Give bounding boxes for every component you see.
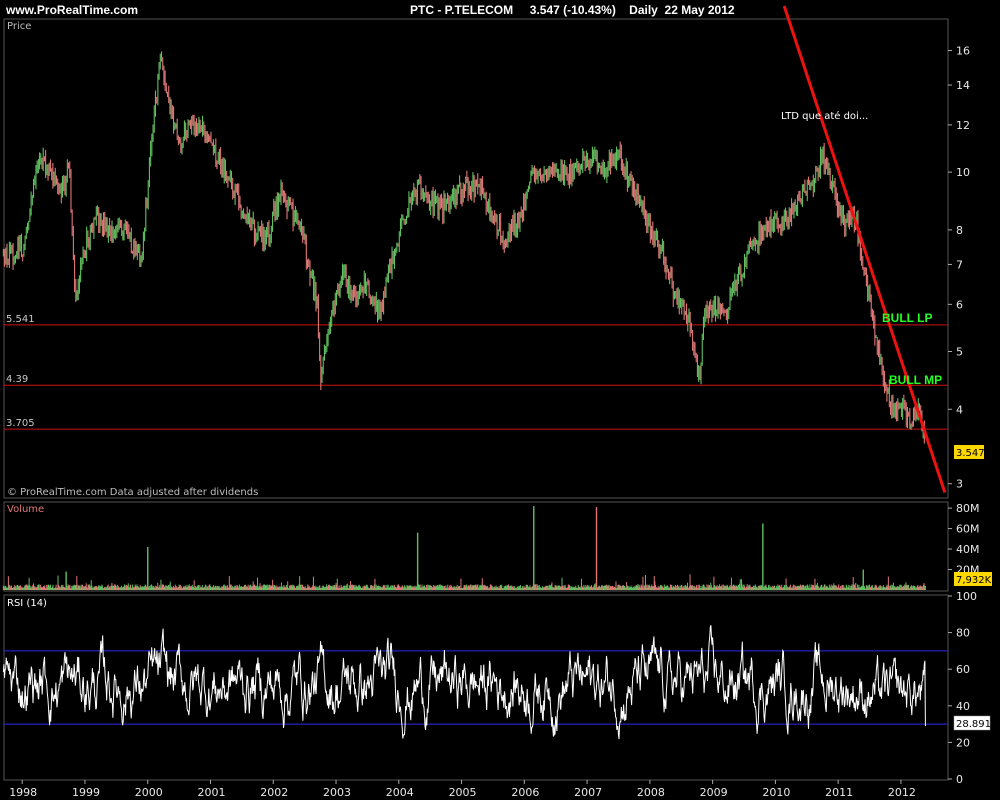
- trendline-layer: [782, 5, 947, 493]
- volume-last-badge: 7,932K: [954, 572, 992, 586]
- time-axis: 1998 1999 2000 2001 2002 2003 2004 2005 2006 2007…: [9, 780, 916, 799]
- rsi-tick-label: 40: [956, 700, 970, 713]
- year-tick-label: 2005: [449, 786, 477, 799]
- chart-title: PTC - P.TELECOM 3.547 (-10.43%) Daily 22…: [410, 3, 735, 17]
- price-tick-label: 4: [956, 403, 963, 416]
- bull-lp-label: BULL LP: [882, 311, 932, 325]
- year-tick-label: 2007: [574, 786, 602, 799]
- rsi-last-badge: 28.891: [953, 715, 991, 731]
- year-tick-label: 2009: [700, 786, 728, 799]
- price-footer: © ProRealTime.com Data adjusted after di…: [7, 487, 258, 498]
- volume-last-value: 7,932K: [956, 575, 992, 586]
- rsi-line: [2, 625, 926, 740]
- rsi-layer: [2, 625, 948, 740]
- downtrend-line: [782, 5, 947, 493]
- level-label-3: 3.705: [6, 418, 35, 429]
- price-tick-label: 16: [956, 44, 970, 57]
- rsi-tick-label: 100: [956, 590, 977, 603]
- level-label-1: 5.541: [6, 314, 35, 325]
- year-tick-label: 2003: [323, 786, 351, 799]
- chart-canvas: www.ProRealTime.com PTC - P.TELECOM 3.54…: [2, 3, 992, 799]
- bull-mp-label: BULL MP: [889, 373, 942, 387]
- volume-panel[interactable]: [3, 501, 949, 592]
- year-tick-label: 2011: [825, 786, 853, 799]
- volume-tick-label: 80M: [956, 502, 980, 515]
- price-tick-label: 14: [956, 79, 970, 92]
- price-tick-label: 5: [956, 346, 963, 359]
- year-tick-label: 2006: [511, 786, 539, 799]
- rsi-tick-label: 60: [956, 663, 970, 676]
- price-panel-label: Price: [7, 21, 31, 32]
- volume-tick-label: 40M: [956, 543, 980, 556]
- price-tick-label: 12: [956, 119, 970, 132]
- year-tick-label: 2001: [198, 786, 226, 799]
- year-tick-label: 1998: [9, 786, 37, 799]
- year-tick-label: 2002: [260, 786, 288, 799]
- price-tick-label: 6: [956, 298, 963, 311]
- volume-axis: 20M40M60M80M: [948, 502, 980, 577]
- year-tick-label: 2010: [762, 786, 790, 799]
- price-axis: 3 4 5 6 7 8 10 12 14 16: [948, 44, 970, 491]
- level-label-2: 4.39: [6, 374, 28, 385]
- volume-panel-label: Volume: [7, 504, 44, 515]
- rsi-axis: 0 20 40 60 80 100: [948, 590, 977, 786]
- year-tick-label: 2000: [135, 786, 163, 799]
- volume-bars: [2, 506, 926, 590]
- year-tick-label: 1999: [72, 786, 100, 799]
- price-tick-label: 7: [956, 258, 963, 271]
- price-last-badge: 3.547: [954, 445, 985, 459]
- rsi-last-value: 28.891: [956, 719, 991, 730]
- rsi-tick-label: 0: [956, 773, 963, 786]
- price-panel[interactable]: [3, 18, 949, 499]
- site-name[interactable]: www.ProRealTime.com: [5, 3, 138, 17]
- rsi-panel-label: RSI (14): [7, 598, 47, 609]
- year-tick-label: 2008: [637, 786, 665, 799]
- year-tick-label: 2012: [888, 786, 916, 799]
- volume-tick-label: 60M: [956, 523, 980, 536]
- year-tick-label: 2004: [386, 786, 414, 799]
- price-last-value: 3.547: [956, 448, 985, 459]
- price-tick-label: 3: [956, 478, 963, 491]
- price-tick-label: 8: [956, 224, 963, 237]
- rsi-tick-label: 80: [956, 627, 970, 640]
- support-levels: 5.541 4.39 3.705: [4, 314, 948, 430]
- price-tick-label: 10: [956, 166, 970, 179]
- header-bar: www.ProRealTime.com PTC - P.TELECOM 3.54…: [5, 3, 735, 17]
- rsi-tick-label: 20: [956, 736, 970, 749]
- trendline-note: LTD que até doi...: [781, 110, 868, 122]
